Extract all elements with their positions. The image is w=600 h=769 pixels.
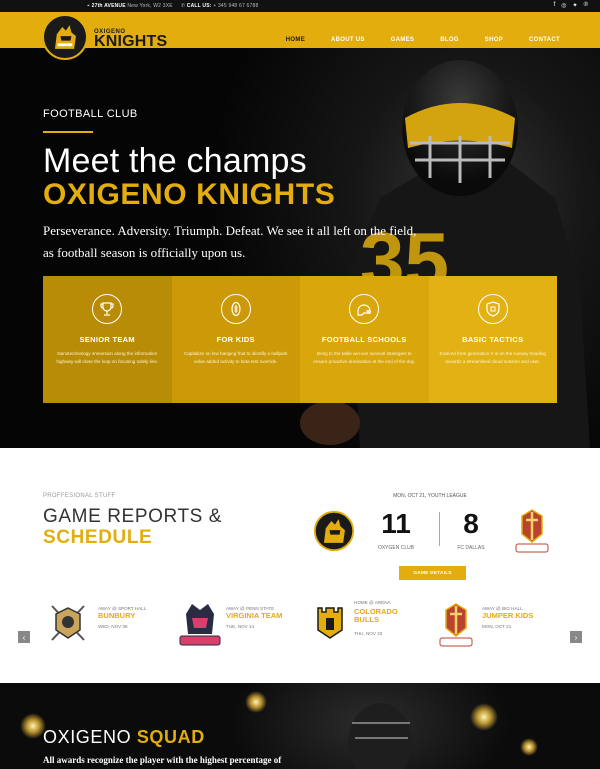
game-card[interactable]: AWAY @ BIG HALL JUMPER KIDS MON, OCT 21 xyxy=(434,598,564,653)
warriors-crest-icon xyxy=(179,604,221,646)
feature-card-basic-tactics[interactable]: BASIC TACTICS Evolved from generation X … xyxy=(428,276,557,403)
next-arrow[interactable]: › xyxy=(570,631,582,643)
nav-item-contact[interactable]: CONTACT xyxy=(529,37,560,43)
game-date: MON, OCT 21 xyxy=(482,624,512,629)
score-divider xyxy=(439,512,440,546)
logo[interactable] xyxy=(42,14,88,60)
phone: ✆ CALL US: + 345 948 67 6788 xyxy=(180,3,259,9)
feature-card-football-schools[interactable]: FOOTBALL SCHOOLS Bring to the table win-… xyxy=(300,276,429,403)
game-card[interactable]: AWAY @ SPORT HALL BUNBURY WED, NOV 08 xyxy=(46,598,176,653)
site-header: OXIGENO KNIGHTS HOME ABOUT US GAMES BLOG… xyxy=(0,12,600,60)
game-team: JUMPER KIDS xyxy=(482,611,534,620)
feature-text: Evolved from generation X is on the runw… xyxy=(439,351,547,364)
hero-title: Meet the champs xyxy=(43,142,307,180)
game-team: COLORADO BULLS xyxy=(354,607,398,624)
home-team-name: OXYGEN CLUB xyxy=(377,545,415,551)
schedule-title-highlight: SCHEDULE xyxy=(43,527,153,548)
helmet-icon xyxy=(349,294,380,324)
away-team-name: FC DALLAS xyxy=(457,545,485,551)
game-date: THU, NOV 23 xyxy=(354,631,383,636)
hero-eyebrow: FOOTBALL CLUB xyxy=(43,108,138,120)
social-links: f ◎ ✦ ℗ xyxy=(554,2,588,9)
upcoming-games: ‹ AWAY @ SPORT HALL BUNBURY WED, NOV 08 … xyxy=(0,598,600,653)
football-icon xyxy=(220,294,251,324)
hero-divider xyxy=(43,131,93,133)
nav-item-shop[interactable]: SHOP xyxy=(485,37,503,43)
feature-title: SENIOR TEAM xyxy=(79,335,135,344)
game-team: VIRGINIA TEAM xyxy=(226,611,283,620)
away-score: 8 xyxy=(463,508,479,539)
game-venue: HOME @ ARENA xyxy=(354,600,391,605)
light-flare xyxy=(520,738,538,756)
brave-eagles-crest-icon xyxy=(51,605,85,641)
facebook-icon[interactable]: f xyxy=(554,2,556,9)
squad-title: OXIGENO SQUAD xyxy=(43,727,205,748)
game-date: WED, NOV 08 xyxy=(98,624,128,629)
trophy-icon xyxy=(92,294,123,324)
game-team: BUNBURY xyxy=(98,611,136,620)
feature-text: Bring to the table win-win survival stra… xyxy=(313,351,416,364)
address: ⌖ 27th AVENUE New York, W2 3XE xyxy=(87,3,173,9)
feature-card-senior-team[interactable]: SENIOR TEAM Nanotechnology immersion alo… xyxy=(43,276,172,403)
feature-title: FOR KIDS xyxy=(216,335,255,344)
game-date: TUE, NOV 14 xyxy=(226,624,255,629)
prev-arrow[interactable]: ‹ xyxy=(18,631,30,643)
squad-title-bold: SQUAD xyxy=(136,727,205,747)
away-team-crest-icon xyxy=(515,509,549,553)
home-score: 11 xyxy=(381,508,411,539)
squad-section: OXIGENO SQUAD All awards recognize the p… xyxy=(0,683,600,769)
hero-subtitle: OXIGENO KNIGHTS xyxy=(43,178,336,211)
pinterest-icon[interactable]: ℗ xyxy=(584,2,588,9)
instagram-icon[interactable]: ◎ xyxy=(561,2,566,9)
twitter-icon[interactable]: ✦ xyxy=(573,2,578,9)
brand-big: KNIGHTS xyxy=(94,33,168,50)
game-card[interactable]: AWAY @ PENN STATE VIRGINIA TEAM TUE, NOV… xyxy=(178,598,308,653)
shield-icon xyxy=(477,294,508,324)
schedule-eyebrow: PROFFESIONAL STUFF xyxy=(43,493,116,499)
schedule-title: GAME REPORTS & xyxy=(43,506,223,527)
home-team-crest-icon xyxy=(313,510,355,552)
hero-lead: Perseverance. Adversity. Triumph. Defeat… xyxy=(43,223,417,260)
nav-item-blog[interactable]: BLOG xyxy=(440,37,459,43)
main-nav: HOME ABOUT US GAMES BLOG SHOP CONTACT xyxy=(286,37,560,43)
feature-text: Nanotechnology immersion along the infor… xyxy=(56,351,159,364)
nav-item-games[interactable]: GAMES xyxy=(391,37,415,43)
squad-title-light: OXIGENO xyxy=(43,727,132,747)
knight-logo-icon xyxy=(44,16,86,58)
match-meta: MON, OCT 21, YOUTH LEAGUE xyxy=(393,493,467,499)
player-silhouette xyxy=(348,703,412,769)
feature-card-for-kids[interactable]: FOR KIDS Capitalize on low hanging fruit… xyxy=(171,276,300,403)
game-card[interactable]: HOME @ ARENA COLORADO BULLS THU, NOV 23 xyxy=(308,598,438,653)
contact-info: ⌖ 27th AVENUE New York, W2 3XE ✆ CALL US… xyxy=(87,3,258,9)
fortress-crest-icon xyxy=(317,607,343,639)
hero-section: 35 FOOTBALL CLUB Meet the champs OXIGENO… xyxy=(0,48,600,448)
squad-text: All awards recognize the player with the… xyxy=(43,755,282,765)
brand-name[interactable]: OXIGENO KNIGHTS xyxy=(94,29,167,50)
nav-item-home[interactable]: HOME xyxy=(286,37,305,43)
feature-text: Capitalize on low hanging fruit to ident… xyxy=(184,351,288,364)
top-bar: ⌖ 27th AVENUE New York, W2 3XE ✆ CALL US… xyxy=(0,0,600,12)
light-flare xyxy=(245,691,267,713)
nav-item-about[interactable]: ABOUT US xyxy=(331,37,365,43)
light-flare xyxy=(470,703,498,731)
feature-title: FOOTBALL SCHOOLS xyxy=(321,335,407,344)
feature-cards: SENIOR TEAM Nanotechnology immersion alo… xyxy=(43,276,557,403)
game-details-button[interactable]: GAME DETAILS xyxy=(399,566,466,580)
mighty-swords-crest-icon xyxy=(439,603,473,647)
feature-title: BASIC TACTICS xyxy=(462,335,524,344)
